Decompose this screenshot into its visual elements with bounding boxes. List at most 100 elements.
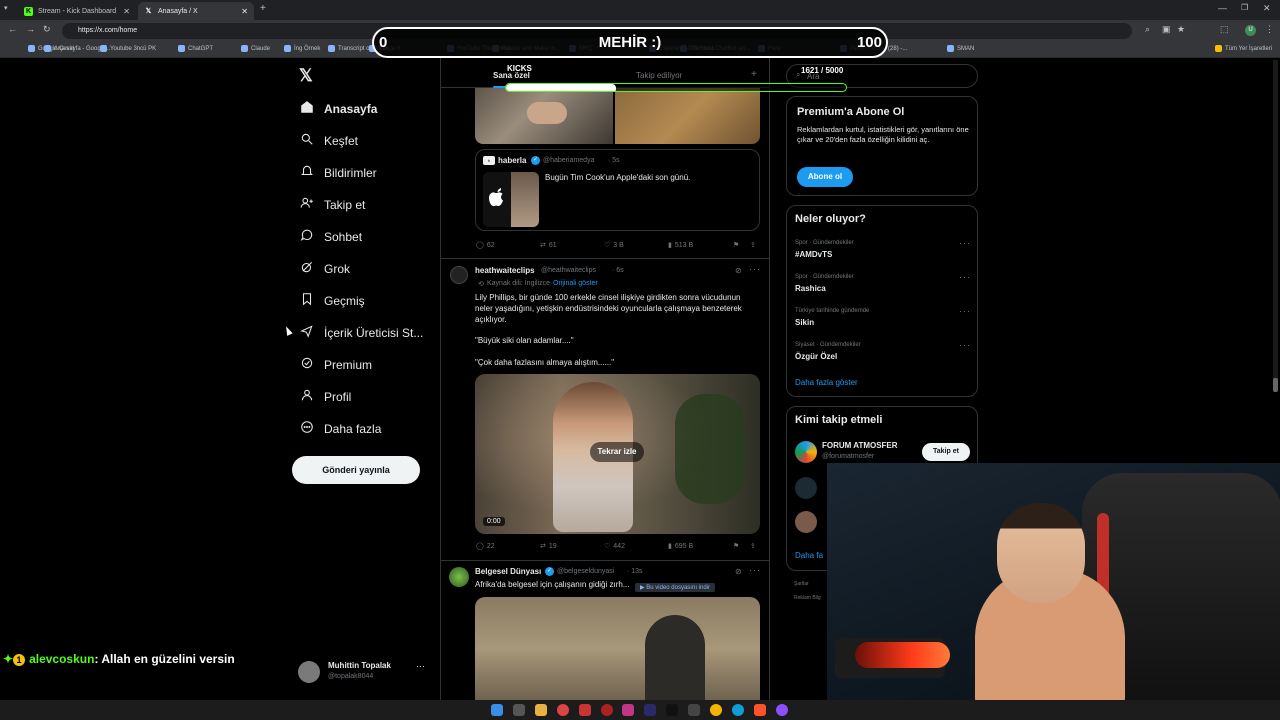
tweet-author[interactable]: heathwaiteclips <box>475 266 535 275</box>
task-view-icon[interactable] <box>513 704 525 716</box>
sidebar-item-premium[interactable]: Premium <box>300 356 372 373</box>
file-explorer-icon[interactable] <box>535 704 547 716</box>
brave-icon[interactable] <box>754 704 766 716</box>
suggested-name[interactable]: FORUM ATMOSFER <box>822 441 898 450</box>
avatar[interactable] <box>795 511 817 533</box>
app-icon[interactable] <box>557 704 569 716</box>
sidebar-item-bookmark[interactable]: Geçmiş <box>300 292 365 309</box>
retweet-button[interactable]: ⇄ 61 <box>540 241 557 250</box>
scrollbar-thumb[interactable] <box>1273 378 1278 392</box>
back-icon[interactable]: ← <box>8 24 17 34</box>
close-icon[interactable]: ✕ <box>241 7 248 16</box>
all-bookmarks-link[interactable]: Tüm Yer İşaretleri <box>1215 45 1272 52</box>
quoted-tweet[interactable]: h haberla ✓ @haberiamedya · 5s Bugün Tim… <box>475 149 760 231</box>
tab-search-icon[interactable]: ▾ <box>4 4 8 12</box>
zoom-icon[interactable]: ⌕ <box>1145 24 1150 35</box>
bookmark-item[interactable]: Youtube 3ncü PK <box>100 45 156 52</box>
edge-icon[interactable] <box>732 704 744 716</box>
window-close-icon[interactable]: ✕ <box>1263 3 1271 14</box>
sidebar-item-grok[interactable]: Grok <box>300 260 350 277</box>
profile-avatar-icon[interactable]: U <box>1245 25 1256 36</box>
video-player[interactable]: Tekrar izle 0:00 <box>475 374 760 534</box>
share-icon[interactable]: ⇪ <box>750 241 756 249</box>
new-tab-icon[interactable]: + <box>260 3 266 14</box>
retweet-button[interactable]: ⇄ 19 <box>540 542 557 551</box>
maximize-icon[interactable]: ❐ <box>1241 3 1248 12</box>
more-icon[interactable]: ··· <box>959 306 971 316</box>
trend-item[interactable]: Özgür Özel <box>795 352 837 361</box>
more-icon[interactable]: ··· <box>749 264 761 274</box>
bookmark-item[interactable]: Claude <box>241 45 270 52</box>
sidebar-item-more[interactable]: Daha fazla <box>300 420 381 437</box>
tweet-handle[interactable]: @heathwaiteclips <box>541 267 596 274</box>
show-more-follow-link[interactable]: Daha fa <box>795 551 823 560</box>
like-button[interactable]: ♡ 3 B <box>604 241 624 250</box>
sidebar-item-search[interactable]: Keşfet <box>300 132 358 149</box>
avatar[interactable] <box>795 441 817 463</box>
more-icon[interactable]: ··· <box>959 272 971 282</box>
scrollbar[interactable] <box>1273 60 1278 392</box>
instagram-icon[interactable] <box>622 704 634 716</box>
views-button[interactable]: ▮ 695 B <box>668 542 693 551</box>
tweet-author[interactable]: Belgesel Dünyası <box>475 567 541 576</box>
close-icon[interactable]: ✕ <box>123 7 130 16</box>
views-button[interactable]: ▮ 513 B <box>668 241 693 250</box>
extensions-icon[interactable]: ⬚ <box>1220 24 1229 35</box>
more-icon[interactable]: ··· <box>749 565 761 575</box>
like-button[interactable]: ♡ 442 <box>604 542 625 551</box>
show-original-link[interactable]: Orijinali göster <box>553 280 598 287</box>
star-icon[interactable]: ★ <box>1177 24 1185 35</box>
opera-icon[interactable] <box>601 704 613 716</box>
footer-terms[interactable]: Şartlar <box>794 581 809 587</box>
forward-icon[interactable]: → <box>26 24 35 34</box>
bookmark-item[interactable]: İng Örnek <box>284 45 320 52</box>
follow-button[interactable]: Takip et <box>922 443 970 461</box>
footer-ads[interactable]: Reklam Bilg <box>794 595 821 601</box>
tweet-video[interactable] <box>475 597 760 700</box>
sidebar-item-creator[interactable]: İçerik Üreticisi St... <box>300 324 423 341</box>
grok-icon[interactable]: ⊘ <box>735 266 742 275</box>
grok-icon[interactable]: ⊘ <box>735 567 742 576</box>
replay-button[interactable]: Tekrar izle <box>590 442 644 462</box>
tweet-image-left[interactable] <box>475 88 613 144</box>
sidebar-item-profile[interactable]: Profil <box>300 388 351 405</box>
post-button[interactable]: Gönderi yayınla <box>292 456 420 484</box>
download-video-badge[interactable]: ▶ Bu video dosyasını indir <box>635 583 715 592</box>
chrome-icon[interactable] <box>710 704 722 716</box>
tweet-handle[interactable]: @belgeseldunyasi <box>557 568 614 575</box>
app-icon[interactable] <box>776 704 788 716</box>
app-icon[interactable] <box>579 704 591 716</box>
bookmark-icon[interactable]: ⚑ <box>733 241 739 249</box>
subscribe-button[interactable]: Abone ol <box>797 167 853 187</box>
sidebar-item-chat[interactable]: Sohbet <box>300 228 362 245</box>
start-icon[interactable] <box>491 704 503 716</box>
capcut-icon[interactable] <box>688 704 700 716</box>
bookmark-item[interactable]: SMAN <box>947 45 974 52</box>
avatar[interactable] <box>450 266 468 284</box>
avatar[interactable] <box>449 567 469 587</box>
cast-icon[interactable]: ▣ <box>1162 24 1171 35</box>
sidebar-item-follow[interactable]: Takip et <box>300 196 365 213</box>
trend-item[interactable]: Sikin <box>795 318 814 327</box>
minimize-icon[interactable]: — <box>1218 3 1227 13</box>
bookmark-item[interactable]: ChatGPT <box>178 45 213 52</box>
reply-button[interactable]: ◯ 62 <box>476 241 495 250</box>
show-more-trends-link[interactable]: Daha fazla göster <box>795 378 858 387</box>
avatar[interactable] <box>795 477 817 499</box>
sidebar-item-bell[interactable]: Bildirimler <box>300 164 377 181</box>
trend-item[interactable]: Rashica <box>795 284 826 293</box>
reply-button[interactable]: ◯ 22 <box>476 542 495 551</box>
menu-icon[interactable]: ⋮ <box>1265 24 1274 35</box>
share-icon[interactable]: ⇪ <box>750 542 756 550</box>
tweet-image-right[interactable] <box>615 88 760 144</box>
bookmark-icon[interactable]: ⚑ <box>733 542 739 550</box>
trend-item[interactable]: #AMDvTS <box>795 250 832 259</box>
tab-kick-dashboard[interactable]: K Stream - Kick Dashboard ✕ <box>18 2 136 20</box>
more-icon[interactable]: ··· <box>959 238 971 248</box>
tab-x-home[interactable]: 𝕏 Anasayfa / X ✕ <box>138 2 254 20</box>
reload-icon[interactable]: ↻ <box>43 24 51 35</box>
x-logo-icon[interactable]: 𝕏 <box>299 66 313 86</box>
photoshop-icon[interactable] <box>644 704 656 716</box>
account-switcher[interactable]: Muhittin Topalak @topalak8044 ··· <box>298 659 430 687</box>
more-icon[interactable]: ··· <box>959 340 971 350</box>
